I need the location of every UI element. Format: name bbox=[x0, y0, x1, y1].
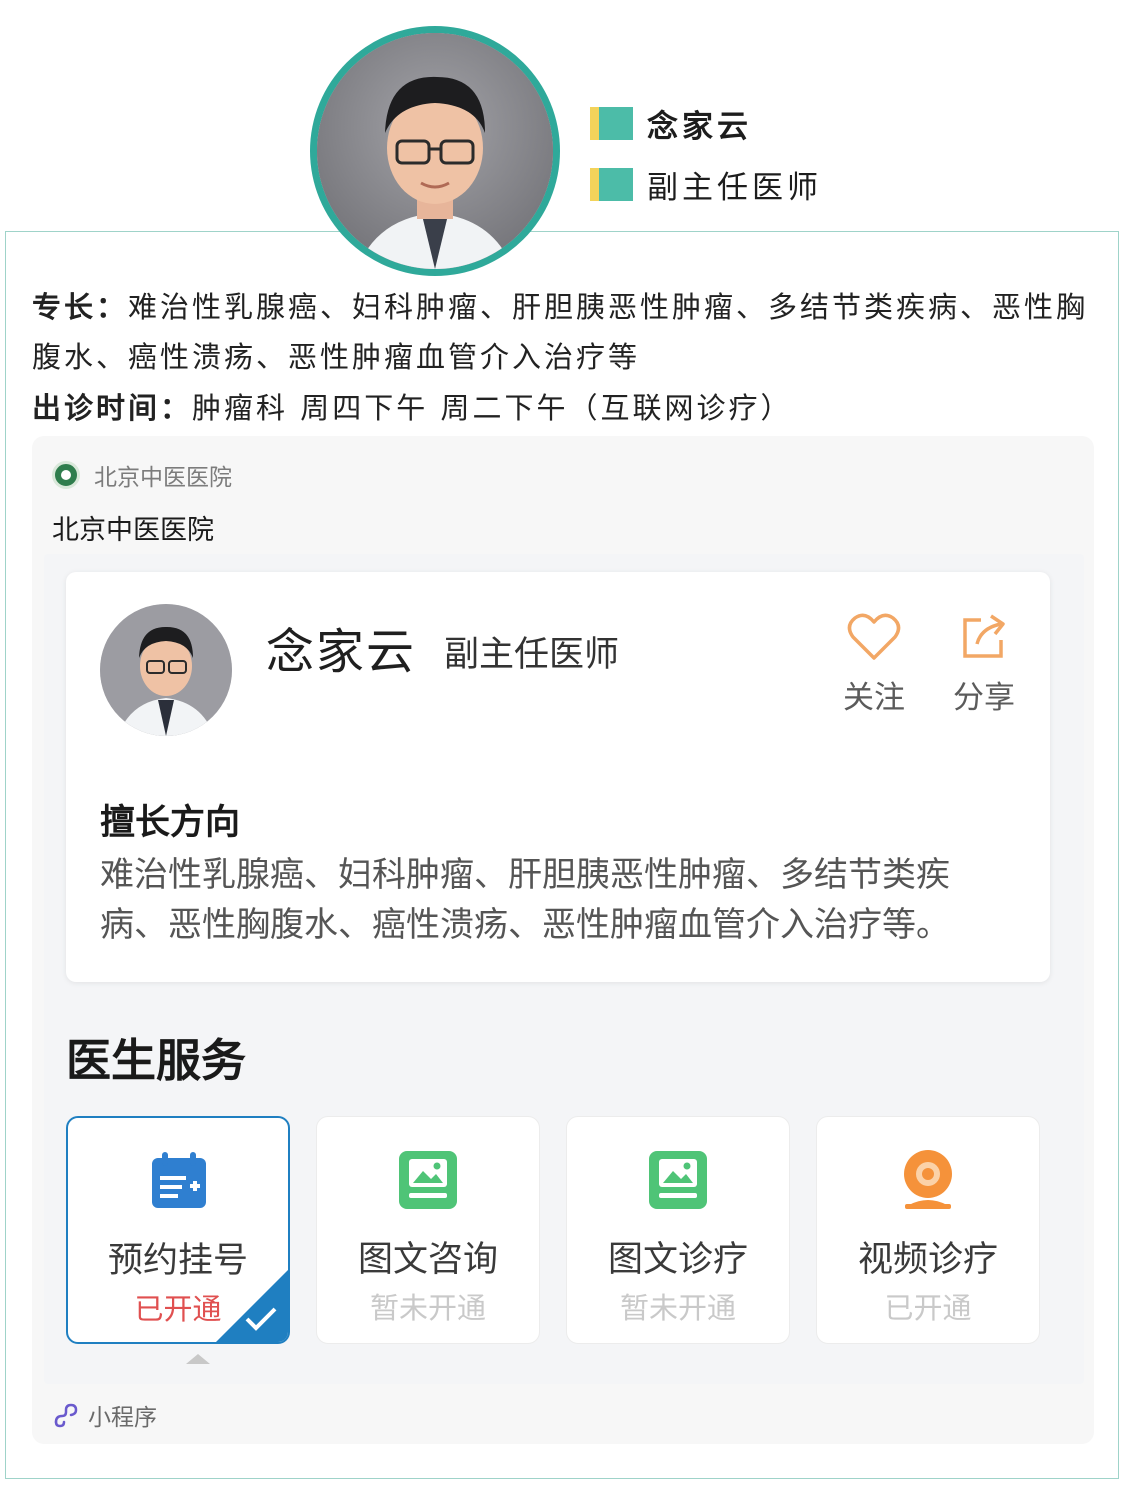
card-source-name: 北京中医医院 bbox=[94, 465, 232, 491]
specialty-label: 专长： bbox=[32, 290, 129, 324]
heart-icon bbox=[847, 613, 901, 660]
card-title: 北京中医医院 bbox=[52, 515, 214, 546]
doctor-panel: 念家云 副主任医师 关注 分享 擅长方向 难治性乳腺癌、妇科肿瘤、肝胆胰恶性肿瘤… bbox=[66, 572, 1050, 982]
service-status: 已开通 bbox=[884, 1291, 972, 1325]
share-icon bbox=[963, 614, 1005, 658]
clinic-time-paragraph: 出诊时间：肿瘤科 周四下午 周二下午（互联网诊疗） bbox=[32, 383, 1104, 433]
mini-program-label: 小程序 bbox=[88, 1405, 157, 1431]
expertise-heading: 擅长方向 bbox=[100, 803, 241, 843]
card-source: 北京中医医院 bbox=[52, 458, 232, 492]
service-video-treatment[interactable]: 视频诊疗 已开通 bbox=[816, 1116, 1040, 1344]
tag-marker bbox=[590, 168, 633, 201]
doctor-name: 念家云 bbox=[647, 109, 752, 145]
services-heading: 医生服务 bbox=[66, 1034, 247, 1087]
panel-doctor-title: 副主任医师 bbox=[444, 635, 620, 675]
share-button[interactable]: 分享 bbox=[944, 612, 1024, 717]
tag-marker bbox=[590, 107, 633, 140]
service-image-treatment[interactable]: 图文诊疗 暂未开通 bbox=[566, 1116, 790, 1344]
name-tag: 念家云 bbox=[590, 101, 752, 146]
image-chat-icon bbox=[649, 1151, 707, 1209]
selection-caret bbox=[186, 1354, 210, 1364]
share-label: 分享 bbox=[953, 680, 1015, 716]
clinic-label: 出诊时间： bbox=[32, 391, 193, 425]
service-status: 暂未开通 bbox=[619, 1291, 736, 1325]
expertise-text: 难治性乳腺癌、妇科肿瘤、肝胆胰恶性肿瘤、多结节类疾病、恶性胸腹水、癌性溃疡、恶性… bbox=[100, 855, 950, 945]
mini-program-icon bbox=[54, 1403, 78, 1428]
doctor-small-photo bbox=[100, 604, 232, 736]
video-camera-icon bbox=[904, 1150, 952, 1209]
specialty-paragraph: 专长：难治性乳腺癌、妇科肿瘤、肝胆胰恶性肿瘤、多结节类疾病、恶性胸腹水、癌性溃疡… bbox=[32, 282, 1104, 382]
follow-button[interactable]: 关注 bbox=[834, 612, 914, 717]
mini-program-card[interactable]: 北京中医医院 北京中医医院 念家云 副主任医师 关注 分享 擅长方向 难治性乳腺… bbox=[32, 436, 1094, 1444]
image-chat-icon bbox=[399, 1151, 457, 1209]
follow-label: 关注 bbox=[843, 680, 905, 716]
clinic-text: 肿瘤科 周四下午 周二下午（互联网诊疗） bbox=[192, 391, 793, 425]
service-name: 视频诊疗 bbox=[857, 1240, 998, 1280]
mini-program-footer: 小程序 bbox=[52, 1398, 157, 1432]
doctor-photo bbox=[317, 33, 553, 269]
panel-doctor-name: 念家云 bbox=[266, 624, 417, 680]
doctor-title: 副主任医师 bbox=[647, 170, 822, 206]
card-preview: 念家云 副主任医师 关注 分享 擅长方向 难治性乳腺癌、妇科肿瘤、肝胆胰恶性肿瘤… bbox=[44, 554, 1084, 1384]
checkmark-icon bbox=[245, 1307, 277, 1331]
service-status: 暂未开通 bbox=[369, 1291, 486, 1325]
hospital-logo-icon bbox=[52, 461, 80, 489]
service-name: 图文咨询 bbox=[357, 1240, 498, 1280]
calendar-icon bbox=[152, 1152, 206, 1208]
title-tag: 副主任医师 bbox=[590, 162, 822, 207]
doctor-avatar bbox=[310, 26, 560, 276]
service-appointment[interactable]: 预约挂号 已开通 bbox=[66, 1116, 290, 1344]
specialty-text: 难治性乳腺癌、妇科肿瘤、肝胆胰恶性肿瘤、多结节类疾病、恶性胸腹水、癌性溃疡、恶性… bbox=[32, 290, 1089, 374]
service-image-consult[interactable]: 图文咨询 暂未开通 bbox=[316, 1116, 540, 1344]
service-name: 图文诊疗 bbox=[607, 1240, 748, 1280]
